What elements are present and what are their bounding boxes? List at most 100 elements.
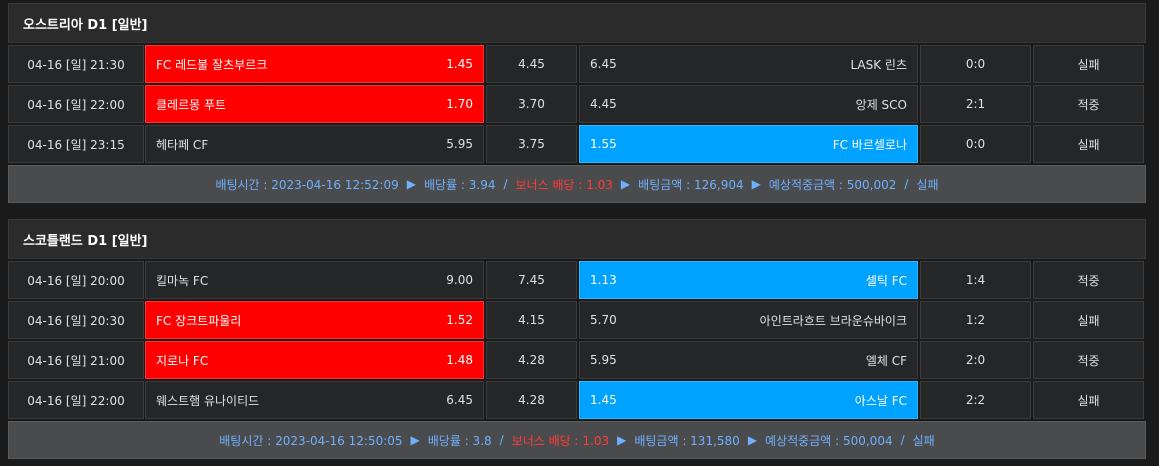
away-odds: 1.45 bbox=[590, 393, 617, 407]
home-odds: 5.95 bbox=[446, 137, 473, 151]
match-datetime: 04-16 [일] 20:00 bbox=[8, 261, 144, 299]
home-team-name: 킬마녹 FC bbox=[156, 273, 209, 288]
league-title: 오스트리아 D1 [일반] bbox=[8, 3, 1146, 43]
result-badge: 실패 bbox=[1033, 125, 1144, 163]
expected-payout: 예상적중금액 : 500,004 bbox=[765, 433, 893, 448]
home-team-pick[interactable]: 클레르몽 푸트 1.70 bbox=[145, 85, 484, 123]
home-team-name: 헤타페 CF bbox=[156, 137, 209, 152]
bet-slip: 스코틀랜드 D1 [일반] 04-16 [일] 20:00 킬마녹 FC 9.00 7.… bbox=[8, 219, 1146, 459]
away-team-pick[interactable]: 4.45 앙제 SCO bbox=[579, 85, 918, 123]
match-score: 0:0 bbox=[920, 125, 1031, 163]
match-datetime: 04-16 [일] 21:30 bbox=[8, 45, 144, 83]
result-badge: 실패 bbox=[1033, 45, 1144, 83]
away-team-name: 아스날 FC bbox=[854, 393, 907, 408]
match-row: 04-16 [일] 23:15 헤타페 CF 5.95 3.75 1.55 FC 바르셀로… bbox=[8, 123, 1146, 163]
away-team-name: 앙제 SCO bbox=[855, 97, 907, 112]
away-odds: 5.70 bbox=[590, 313, 617, 327]
away-team-pick[interactable]: 5.70 아인트라흐트 브라운슈바이크 bbox=[579, 301, 918, 339]
draw-odds[interactable]: 4.28 bbox=[486, 381, 577, 419]
slip-status: 실패 bbox=[916, 177, 939, 192]
home-team-pick[interactable]: FC 레드불 잘츠부르크 1.45 bbox=[145, 45, 484, 83]
bet-amount: 배팅금액 : 126,904 bbox=[638, 177, 744, 192]
draw-odds[interactable]: 7.45 bbox=[486, 261, 577, 299]
away-team-pick[interactable]: 1.13 셀틱 FC bbox=[579, 261, 918, 299]
match-row: 04-16 [일] 20:00 킬마녹 FC 9.00 7.45 1.13 셀틱 FC 1:… bbox=[8, 259, 1146, 299]
draw-odds[interactable]: 3.70 bbox=[486, 85, 577, 123]
home-team-pick[interactable]: 지로나 FC 1.48 bbox=[145, 341, 484, 379]
home-team-name: FC 레드불 잘츠부르크 bbox=[156, 57, 268, 72]
home-team-pick[interactable]: 헤타페 CF 5.95 bbox=[145, 125, 484, 163]
match-row: 04-16 [일] 22:00 클레르몽 푸트 1.70 3.70 4.45 앙제 SCO… bbox=[8, 83, 1146, 123]
match-score: 2:2 bbox=[920, 381, 1031, 419]
slash-separator: / bbox=[499, 433, 504, 447]
match-score: 2:0 bbox=[920, 341, 1031, 379]
total-odds: 배당률 : 3.94 bbox=[423, 177, 496, 192]
home-odds: 1.48 bbox=[446, 353, 473, 367]
slash-separator: / bbox=[900, 433, 905, 447]
home-odds: 1.45 bbox=[446, 57, 473, 71]
away-odds: 1.13 bbox=[590, 273, 617, 287]
slip-status: 실패 bbox=[912, 433, 935, 448]
match-row: 04-16 [일] 21:00 지로나 FC 1.48 4.28 5.95 엘체 CF 2:… bbox=[8, 339, 1146, 379]
match-row: 04-16 [일] 21:30 FC 레드불 잘츠부르크 1.45 4.45 6.45 L… bbox=[8, 43, 1146, 83]
result-badge: 적중 bbox=[1033, 261, 1144, 299]
match-row: 04-16 [일] 22:00 웨스트햄 유나이티드 6.45 4.28 1.45 아스날… bbox=[8, 379, 1146, 419]
away-team-name: FC 바르셀로나 bbox=[832, 137, 907, 152]
home-odds: 1.70 bbox=[446, 97, 473, 111]
home-odds: 6.45 bbox=[446, 393, 473, 407]
home-team-pick[interactable]: 킬마녹 FC 9.00 bbox=[145, 261, 484, 299]
draw-odds[interactable]: 3.75 bbox=[486, 125, 577, 163]
match-datetime: 04-16 [일] 23:15 bbox=[8, 125, 144, 163]
away-odds: 5.95 bbox=[590, 353, 617, 367]
bet-time: 배팅시간 : 2023-04-16 12:52:09 bbox=[215, 177, 399, 192]
bet-summary: 배팅시간 : 2023-04-16 12:52:09 ▶ 배당률 : 3.94 / 보너… bbox=[8, 165, 1146, 203]
away-team-pick[interactable]: 1.45 아스날 FC bbox=[579, 381, 918, 419]
arrow-icon: ▶ bbox=[620, 177, 631, 191]
bet-slip: 오스트리아 D1 [일반] 04-16 [일] 21:30 FC 레드불 잘츠부르크… bbox=[8, 3, 1146, 203]
result-badge: 실패 bbox=[1033, 381, 1144, 419]
arrow-icon: ▶ bbox=[406, 177, 416, 191]
draw-odds[interactable]: 4.15 bbox=[486, 301, 577, 339]
home-team-name: 지로나 FC bbox=[156, 353, 209, 368]
home-team-name: 클레르몽 푸트 bbox=[156, 97, 227, 112]
match-datetime: 04-16 [일] 20:30 bbox=[8, 301, 144, 339]
away-odds: 1.55 bbox=[590, 137, 617, 151]
slash-separator: / bbox=[904, 177, 909, 191]
draw-odds[interactable]: 4.45 bbox=[486, 45, 577, 83]
match-score: 2:1 bbox=[920, 85, 1031, 123]
away-team-pick[interactable]: 6.45 LASK 린츠 bbox=[579, 45, 918, 83]
bonus-odds: 보너스 배당 : 1.03 bbox=[515, 177, 613, 192]
home-team-pick[interactable]: 웨스트햄 유나이티드 6.45 bbox=[145, 381, 484, 419]
away-odds: 6.45 bbox=[590, 57, 617, 71]
bet-amount: 배팅금액 : 131,580 bbox=[634, 433, 740, 448]
league-title: 스코틀랜드 D1 [일반] bbox=[8, 219, 1146, 259]
total-odds: 배당률 : 3.8 bbox=[427, 433, 492, 448]
bet-summary: 배팅시간 : 2023-04-16 12:50:05 ▶ 배당률 : 3.8 / 보너스… bbox=[8, 421, 1146, 459]
home-odds: 1.52 bbox=[446, 313, 473, 327]
bet-time: 배팅시간 : 2023-04-16 12:50:05 bbox=[219, 433, 403, 448]
arrow-icon: ▶ bbox=[617, 433, 627, 447]
away-team-pick[interactable]: 5.95 엘체 CF bbox=[579, 341, 918, 379]
away-team-name: 셀틱 FC bbox=[865, 273, 907, 288]
expected-payout: 예상적중금액 : 500,002 bbox=[768, 177, 897, 192]
away-team-name: LASK 린츠 bbox=[850, 57, 907, 72]
match-row: 04-16 [일] 20:30 FC 장크트파울리 1.52 4.15 5.70 아인트라… bbox=[8, 299, 1146, 339]
match-score: 0:0 bbox=[920, 45, 1031, 83]
match-datetime: 04-16 [일] 21:00 bbox=[8, 341, 144, 379]
arrow-icon: ▶ bbox=[747, 433, 758, 447]
result-badge: 적중 bbox=[1033, 341, 1144, 379]
home-team-name: 웨스트햄 유나이티드 bbox=[156, 393, 260, 408]
home-team-pick[interactable]: FC 장크트파울리 1.52 bbox=[145, 301, 484, 339]
home-team-name: FC 장크트파울리 bbox=[156, 313, 242, 328]
draw-odds[interactable]: 4.28 bbox=[486, 341, 577, 379]
bonus-odds: 보너스 배당 : 1.03 bbox=[511, 433, 610, 448]
away-team-pick[interactable]: 1.55 FC 바르셀로나 bbox=[579, 125, 918, 163]
away-team-name: 아인트라흐트 브라운슈바이크 bbox=[759, 313, 907, 328]
arrow-icon: ▶ bbox=[410, 433, 420, 447]
home-odds: 9.00 bbox=[446, 273, 473, 287]
match-score: 1:4 bbox=[920, 261, 1031, 299]
slash-separator: / bbox=[503, 177, 508, 191]
arrow-icon: ▶ bbox=[751, 177, 761, 191]
match-datetime: 04-16 [일] 22:00 bbox=[8, 85, 144, 123]
away-team-name: 엘체 CF bbox=[865, 353, 907, 368]
